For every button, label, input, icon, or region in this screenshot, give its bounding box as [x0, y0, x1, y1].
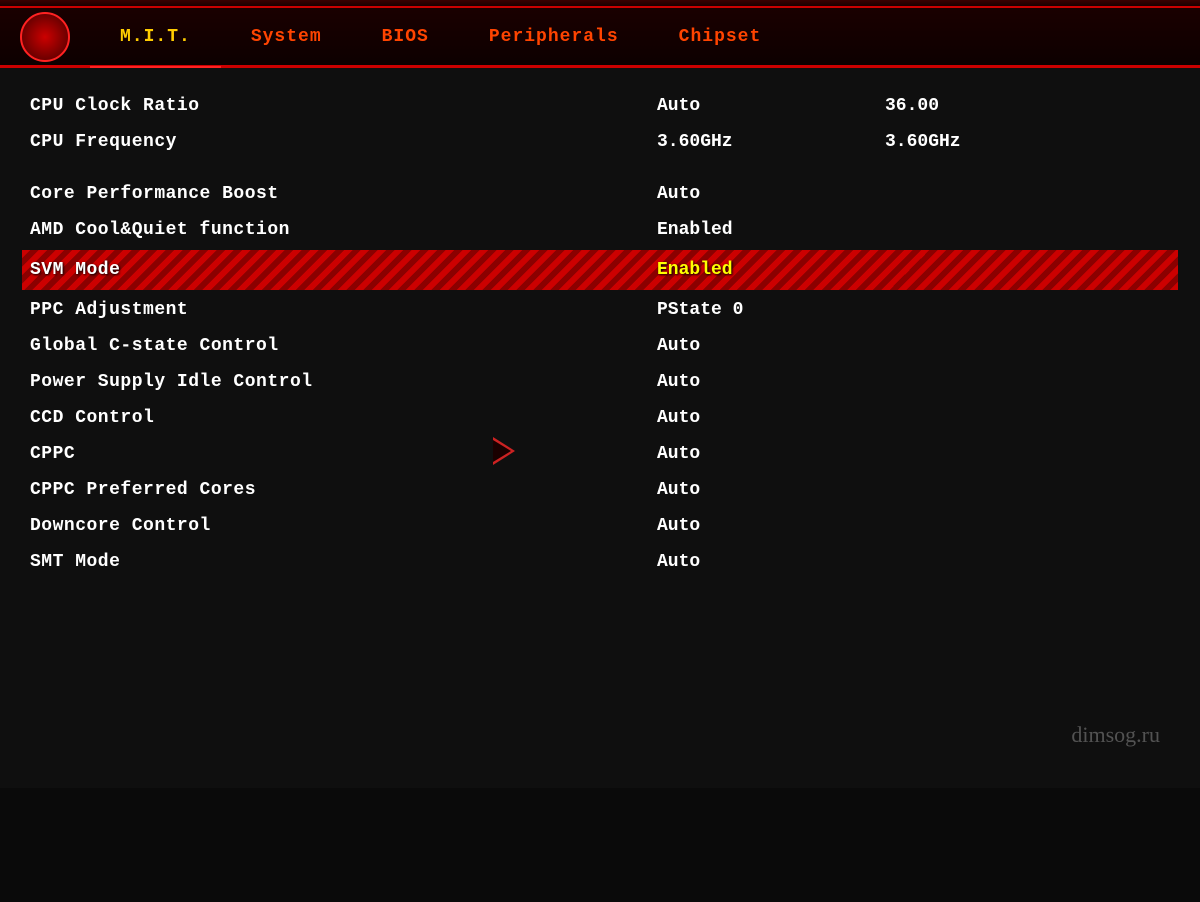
setting-name-svm-mode: SVM Mode: [30, 260, 657, 280]
setting-value-ccd-control: Auto: [657, 408, 885, 428]
tab-chipset[interactable]: Chipset: [649, 19, 792, 55]
watermark: dimsog.ru: [1071, 722, 1160, 748]
setting-value-svm-mode: Enabled: [657, 260, 885, 280]
setting-value-power-supply-idle: Auto: [657, 372, 885, 392]
setting-row-smt-mode[interactable]: SMT Mode Auto: [30, 544, 1170, 580]
setting-value-ppc-adjustment: PState 0: [657, 300, 885, 320]
setting-name-ppc-adjustment: PPC Adjustment: [30, 300, 657, 320]
setting-value-cppc: Auto: [657, 444, 885, 464]
setting-row-amd-cool-quiet[interactable]: AMD Cool&Quiet function Enabled: [30, 212, 1170, 248]
setting-row-ccd-control[interactable]: CCD Control Auto: [30, 400, 1170, 436]
setting-row-svm-mode[interactable]: SVM Mode Enabled: [22, 250, 1178, 290]
group-gap-1: [30, 160, 1170, 176]
tab-peripherals[interactable]: Peripherals: [459, 19, 649, 55]
tab-system-label: System: [251, 27, 322, 47]
setting-value-core-perf-boost: Auto: [657, 184, 885, 204]
setting-value2-cpu-frequency: 3.60GHz: [885, 132, 1113, 152]
setting-value-smt-mode: Auto: [657, 552, 885, 572]
setting-row-global-cstate[interactable]: Global C-state Control Auto: [30, 328, 1170, 364]
setting-value-cppc-preferred-cores: Auto: [657, 480, 885, 500]
settings-table: CPU Clock Ratio Auto 36.00 CPU Frequency…: [30, 88, 1170, 580]
tab-peripherals-label: Peripherals: [489, 27, 619, 47]
top-bar: [0, 0, 1200, 8]
logo-circle: [20, 12, 70, 62]
tab-chipset-label: Chipset: [679, 27, 762, 47]
tab-bios[interactable]: BIOS: [352, 19, 459, 55]
setting-row-cpu-clock-ratio[interactable]: CPU Clock Ratio Auto 36.00: [30, 88, 1170, 124]
tab-mit[interactable]: M.I.T.: [90, 19, 221, 55]
setting-name-cpu-clock-ratio: CPU Clock Ratio: [30, 96, 657, 116]
tab-system[interactable]: System: [221, 19, 352, 55]
setting-row-cpu-frequency[interactable]: CPU Frequency 3.60GHz 3.60GHz: [30, 124, 1170, 160]
setting-value-global-cstate: Auto: [657, 336, 885, 356]
setting-value-downcore-control: Auto: [657, 516, 885, 536]
setting-name-downcore-control: Downcore Control: [30, 516, 657, 536]
setting-row-ppc-adjustment[interactable]: PPC Adjustment PState 0: [30, 292, 1170, 328]
setting-value-cpu-clock-ratio: Auto: [657, 96, 885, 116]
setting-name-cpu-frequency: CPU Frequency: [30, 132, 657, 152]
setting-name-global-cstate: Global C-state Control: [30, 336, 657, 356]
setting-name-ccd-control: CCD Control: [30, 408, 657, 428]
setting-row-downcore-control[interactable]: Downcore Control Auto: [30, 508, 1170, 544]
nav-tabs: M.I.T. System BIOS Peripherals Chipset: [0, 8, 1200, 68]
setting-name-amd-cool-quiet: AMD Cool&Quiet function: [30, 220, 657, 240]
setting-value-amd-cool-quiet: Enabled: [657, 220, 885, 240]
setting-name-core-perf-boost: Core Performance Boost: [30, 184, 657, 204]
setting-name-cppc-preferred-cores: CPPC Preferred Cores: [30, 480, 657, 500]
setting-name-smt-mode: SMT Mode: [30, 552, 657, 572]
setting-row-cppc[interactable]: CPPC Auto: [30, 436, 1170, 472]
setting-row-core-perf-boost[interactable]: Core Performance Boost Auto: [30, 176, 1170, 212]
setting-row-power-supply-idle[interactable]: Power Supply Idle Control Auto: [30, 364, 1170, 400]
tab-mit-label: M.I.T.: [120, 27, 191, 47]
setting-name-cppc: CPPC: [30, 444, 657, 464]
main-content: CPU Clock Ratio Auto 36.00 CPU Frequency…: [0, 68, 1200, 788]
setting-row-cppc-preferred-cores[interactable]: CPPC Preferred Cores Auto: [30, 472, 1170, 508]
setting-value2-cpu-clock-ratio: 36.00: [885, 96, 1113, 116]
tab-bios-label: BIOS: [382, 27, 429, 47]
setting-name-power-supply-idle: Power Supply Idle Control: [30, 372, 657, 392]
setting-value-cpu-frequency: 3.60GHz: [657, 132, 885, 152]
